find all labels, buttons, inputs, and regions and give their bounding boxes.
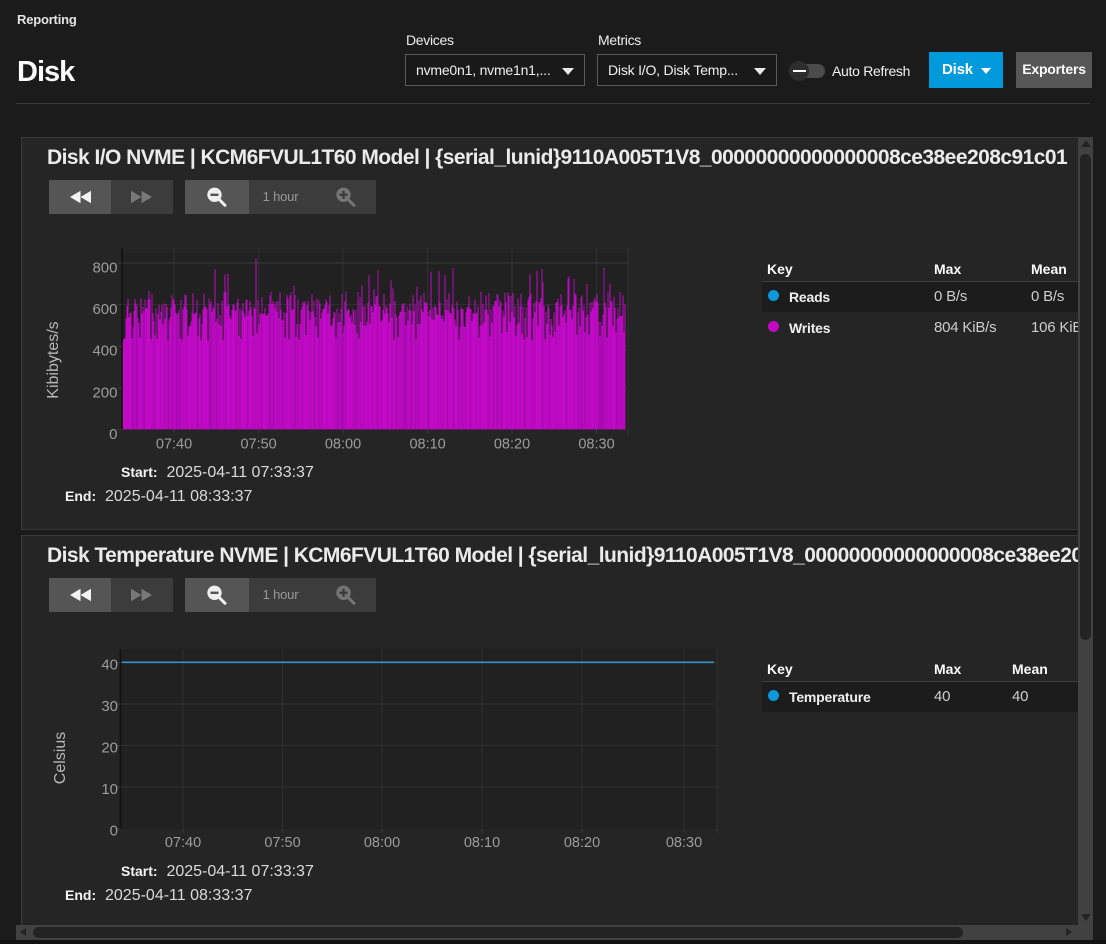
svg-text:30: 30 [101,698,118,715]
svg-text:10: 10 [101,781,118,798]
svg-text:08:10: 08:10 [409,437,445,453]
svg-text:0: 0 [109,426,117,443]
svg-text:200: 200 [92,384,117,401]
svg-text:800: 800 [92,260,117,277]
svg-text:08:10: 08:10 [464,835,500,851]
svg-text:Kibibytes/s: Kibibytes/s [45,321,62,398]
svg-text:20: 20 [101,740,118,757]
svg-text:07:40: 07:40 [165,835,201,851]
svg-text:08:00: 08:00 [364,835,400,851]
svg-text:40: 40 [101,657,118,674]
svg-text:07:50: 07:50 [264,835,300,851]
svg-text:08:00: 08:00 [325,437,361,453]
svg-text:600: 600 [92,301,117,318]
svg-text:400: 400 [92,343,117,360]
svg-text:08:20: 08:20 [494,437,530,453]
svg-text:Celsius: Celsius [52,732,69,784]
svg-text:07:50: 07:50 [240,437,276,453]
svg-text:08:20: 08:20 [564,835,600,851]
svg-text:08:30: 08:30 [666,835,702,851]
svg-text:0: 0 [110,823,118,840]
svg-text:08:30: 08:30 [578,437,614,453]
svg-text:07:40: 07:40 [156,437,192,453]
